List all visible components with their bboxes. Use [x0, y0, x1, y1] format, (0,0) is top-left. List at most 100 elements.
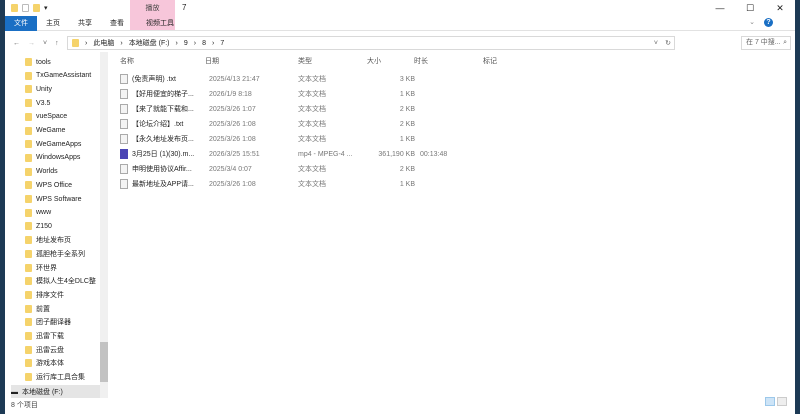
folder-icon — [25, 222, 32, 231]
file-name: 申明使用协议Affir... — [132, 166, 192, 173]
breadcrumb-item[interactable]: 此电脑 — [93, 38, 114, 48]
column-header-size[interactable]: 大小 — [367, 56, 381, 66]
nav-item[interactable]: V3.5 — [25, 96, 50, 110]
nav-item[interactable]: 迅雷云盘 — [25, 343, 64, 357]
back-icon[interactable]: ← — [13, 40, 20, 47]
nav-item-label: WeGame — [36, 127, 66, 134]
file-row[interactable]: 【论坛介绍】.txt 2025/3/26 1:08 文本文档 2 KB — [117, 117, 517, 131]
large-icons-view-icon[interactable] — [777, 397, 787, 406]
folder-icon — [25, 332, 32, 340]
tab-share[interactable]: 共享 — [69, 16, 101, 31]
nav-item-label: 迅雷下载 — [36, 333, 64, 340]
folder-icon — [25, 359, 32, 368]
file-row[interactable]: 最新地址及APP请... 2025/3/26 1:08 文本文档 1 KB — [117, 177, 517, 191]
file-name: (免责声明) .txt — [132, 76, 176, 83]
file-name: 【来了就能下载和... — [132, 106, 194, 113]
column-header-date[interactable]: 日期 — [205, 56, 219, 66]
nav-item[interactable]: 地址发布页 — [25, 233, 71, 247]
nav-item[interactable]: 迅雷下载 — [25, 329, 64, 343]
tab-view[interactable]: 查看 — [101, 16, 133, 31]
address-bar[interactable]: › 此电脑 › 本地磁盘 (F:) › 9 › 8 › 7 ˅ ↻ — [67, 36, 675, 50]
nav-item-label: 游戏本体 — [36, 360, 64, 368]
nav-item[interactable]: WPS Software — [25, 192, 82, 206]
file-row[interactable]: 【来了就能下载和... 2025/3/26 1:07 文本文档 2 KB — [117, 102, 517, 116]
minimize-button[interactable]: — — [705, 0, 735, 16]
file-type: 文本文档 — [298, 121, 326, 128]
new-folder-icon[interactable] — [33, 4, 40, 12]
tab-file[interactable]: 文件 — [5, 15, 37, 31]
address-dropdown-icon[interactable]: ˅ — [654, 40, 658, 47]
refresh-icon[interactable]: ↻ — [665, 39, 671, 47]
file-row[interactable]: 【好用便宜的梯子... 2026/1/9 8:18 文本文档 1 KB — [117, 87, 517, 101]
file-row[interactable]: 【永久地址发布页... 2025/3/26 1:08 文本文档 1 KB — [117, 132, 517, 146]
folder-icon — [25, 373, 32, 382]
nav-item-drive[interactable]: ▬ 本地磁盘 (F:) — [11, 385, 101, 398]
nav-item[interactable]: 环世界 — [25, 261, 57, 275]
nav-item[interactable]: vueSpace — [25, 110, 67, 124]
maximize-button[interactable]: ☐ — [735, 0, 765, 16]
text-file-icon — [120, 89, 128, 99]
nav-item[interactable]: 运行库工具合集 — [25, 370, 85, 384]
details-view-icon[interactable] — [765, 397, 775, 406]
address-row: ← → ˅ ↑ › 此电脑 › 本地磁盘 (F:) › 9 › 8 › 7 ˅ ↻ 在 7… — [5, 36, 795, 50]
text-file-icon — [120, 164, 128, 174]
nav-item[interactable]: 团子翻译器 — [25, 315, 71, 329]
customize-dropdown-icon[interactable]: ▾ — [44, 4, 48, 12]
up-icon[interactable]: ↑ — [55, 40, 59, 47]
folder-icon — [25, 85, 32, 94]
file-row[interactable]: 申明使用协议Affir... 2025/3/4 0:07 文本文档 2 KB — [117, 162, 517, 176]
tab-home[interactable]: 主页 — [37, 16, 69, 31]
recent-dropdown-icon[interactable]: ˅ — [43, 40, 47, 47]
breadcrumb-item[interactable]: 8 — [202, 40, 206, 47]
breadcrumb-item[interactable]: 9 — [184, 40, 188, 47]
nav-item[interactable]: tools — [25, 55, 51, 69]
properties-icon[interactable] — [22, 4, 29, 12]
nav-item[interactable]: 游戏本体 — [25, 356, 64, 370]
nav-scrollbar[interactable] — [100, 52, 108, 398]
breadcrumb-item[interactable]: 7 — [220, 40, 224, 47]
nav-item[interactable]: 排序文件 — [25, 288, 64, 302]
folder-icon — [25, 112, 32, 121]
nav-item-label: Z150 — [36, 222, 52, 230]
column-header-name[interactable]: 名称 — [120, 56, 134, 66]
column-header-type[interactable]: 类型 — [298, 56, 312, 66]
expand-ribbon-icon[interactable]: ⌄ — [749, 18, 755, 26]
nav-item[interactable]: www — [25, 206, 51, 220]
nav-item[interactable]: Worlds — [25, 165, 58, 179]
search-input[interactable]: 在 7 中搜... ⌕ — [741, 36, 791, 50]
folder-icon — [25, 345, 32, 354]
scrollbar-thumb[interactable] — [100, 342, 108, 382]
column-header-duration[interactable]: 时长 — [414, 56, 428, 66]
help-icon[interactable]: ? — [764, 18, 773, 27]
nav-item[interactable]: WindowsApps — [25, 151, 80, 165]
nav-item[interactable]: Unity — [25, 82, 52, 96]
file-size: 1 KB — [399, 135, 415, 143]
nav-item[interactable]: 孤胆枪手全系列 — [25, 247, 85, 261]
nav-item-label: vueSpace — [36, 113, 68, 121]
nav-item[interactable]: 模拟人生4全DLC整 — [25, 274, 96, 288]
close-button[interactable]: ✕ — [765, 0, 795, 16]
nav-item[interactable]: 前置 — [25, 302, 50, 316]
nav-item[interactable]: TxGameAssistant — [25, 69, 91, 83]
nav-item-label: Unity — [36, 85, 52, 93]
column-header-tags[interactable]: 标记 — [483, 56, 497, 66]
text-file-icon — [120, 119, 128, 129]
file-size: 1 KB — [399, 90, 415, 98]
nav-item[interactable]: Z150 — [25, 219, 52, 233]
file-row[interactable]: (免责声明) .txt 2025/4/13 21:47 文本文档 3 KB — [117, 72, 517, 86]
nav-item-label: V3.5 — [36, 99, 51, 107]
file-type: 文本文档 — [298, 91, 326, 98]
nav-item[interactable]: WPS Office — [25, 178, 72, 192]
nav-item[interactable]: WeGameApps — [25, 137, 81, 151]
file-name: 【好用便宜的梯子... — [132, 91, 194, 98]
breadcrumb-item[interactable]: 本地磁盘 (F:) — [129, 38, 170, 48]
file-size: 2 KB — [399, 165, 415, 173]
nav-item-label: 运行库工具合集 — [36, 374, 85, 382]
file-type: 文本文档 — [298, 136, 326, 143]
forward-icon[interactable]: → — [28, 40, 35, 47]
file-row[interactable]: 3月25日 (1)(30).m... 2026/3/25 15:51 mp4 -… — [117, 147, 517, 161]
nav-item-label: 前置 — [36, 305, 50, 313]
tab-video-tools[interactable]: 视频工具 — [137, 16, 183, 31]
explorer-window: ▾ 播放 7 — ☐ ✕ 文件 主页 共享 查看 视频工具 ⌄ ? ← → ˅ … — [5, 0, 795, 414]
nav-item[interactable]: WeGame — [25, 124, 65, 138]
